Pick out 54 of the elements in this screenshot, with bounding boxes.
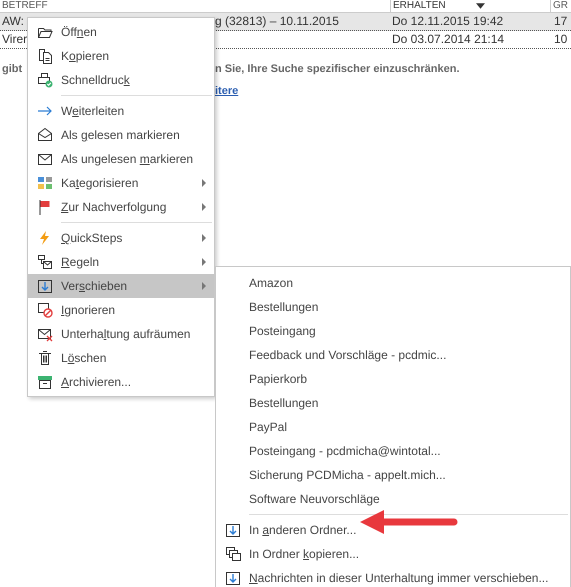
column-header[interactable]: BETREFF	[2, 0, 48, 12]
copy-icon	[36, 48, 52, 64]
menu-item[interactable]: QuickSteps	[28, 226, 214, 250]
notice-text: n Sie, Ihre Suche spezifischer einzuschränken.	[215, 63, 460, 75]
flag-icon	[36, 199, 52, 215]
subject-text: AW:	[2, 14, 24, 28]
menu-item[interactable]: Als ungelesen markieren	[28, 147, 214, 171]
menu-item[interactable]: In anderen Ordner...	[216, 518, 570, 542]
open-envelope-icon	[36, 127, 52, 143]
menu-item[interactable]: Verschieben	[28, 274, 214, 298]
column-header[interactable]: GR	[553, 0, 568, 12]
menu-item[interactable]: Amazon	[216, 271, 570, 295]
menu-item[interactable]: Papierkorb	[216, 367, 570, 391]
more-link[interactable]: itere	[215, 85, 238, 97]
menu-item[interactable]: Posteingang	[216, 319, 570, 343]
size-text: 10	[554, 32, 568, 46]
menu-item[interactable]: Weiterleiten	[28, 99, 214, 123]
menu-item[interactable]: Feedback und Vorschläge - pcdmic...	[216, 343, 570, 367]
size-text: 17	[554, 14, 568, 28]
trash-icon	[36, 350, 52, 366]
cleanup-envelope-icon	[36, 326, 52, 342]
menu-item[interactable]: Zur Nachverfolgung	[28, 195, 214, 219]
menu-item[interactable]: Posteingang - pcdmicha@wintotal...	[216, 439, 570, 463]
category-grid-icon	[36, 175, 52, 191]
menu-item[interactable]: Bestellungen	[216, 295, 570, 319]
menu-item[interactable]: Als gelesen markieren	[28, 123, 214, 147]
subject-text: Virer	[2, 32, 28, 46]
move-folder-icon	[224, 570, 240, 586]
ignore-icon	[36, 302, 52, 318]
envelope-icon	[36, 151, 52, 167]
menu-item[interactable]: Archivieren...	[28, 370, 214, 394]
menu-item[interactable]: Sicherung PCDMicha - appelt.mich...	[216, 463, 570, 487]
menu-item[interactable]: PayPal	[216, 415, 570, 439]
menu-item[interactable]: Ignorieren	[28, 298, 214, 322]
menu-item[interactable]: Software Neuvorschläge	[216, 487, 570, 511]
menu-item[interactable]: Kategorisieren	[28, 171, 214, 195]
archive-icon	[36, 374, 52, 390]
menu-item[interactable]: Nachrichten in dieser Unterhaltung immer verschieben...	[216, 566, 570, 587]
subject-text: g (32813) – 10.11.2015	[215, 14, 339, 28]
printer-icon	[36, 72, 52, 88]
column-header[interactable]: ERHALTEN	[393, 0, 446, 12]
menu-item[interactable]: Regeln	[28, 250, 214, 274]
menu-item[interactable]: Schnelldruck	[28, 68, 214, 92]
menu-item[interactable]: Unterhaltung aufräumen	[28, 322, 214, 346]
received-date: Do 12.11.2015 19:42	[392, 14, 504, 28]
menu-item[interactable]: Löschen	[28, 346, 214, 370]
menu-item[interactable]: Bestellungen	[216, 391, 570, 415]
received-date: Do 03.07.2014 21:14	[392, 32, 504, 46]
copy-folder-icon	[224, 546, 240, 562]
move-folder-icon	[36, 278, 52, 294]
notice-text: gibt	[2, 63, 22, 75]
rules-icon	[36, 254, 52, 270]
move-folder-icon	[224, 522, 240, 538]
menu-item[interactable]: In Ordner kopieren...	[216, 542, 570, 566]
